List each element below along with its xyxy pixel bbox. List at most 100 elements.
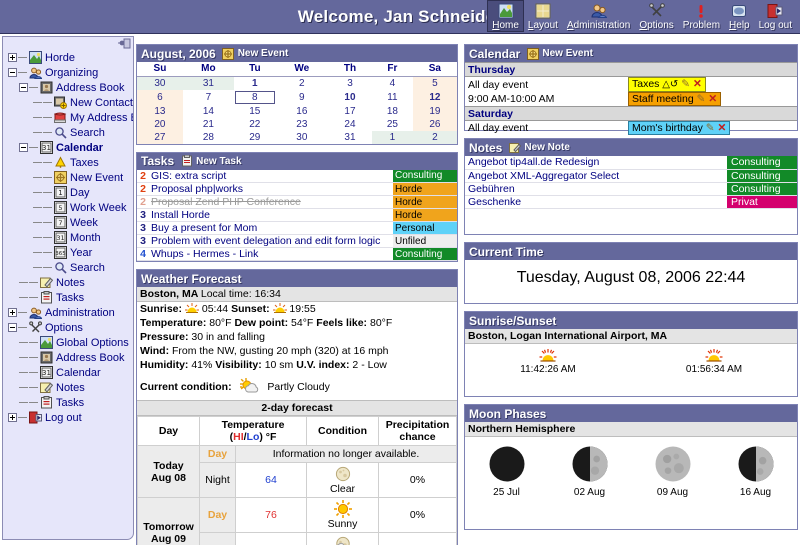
expander-minus-icon[interactable] [19,143,28,152]
sidebar-item-horde[interactable]: Horde [6,50,133,65]
sidebar-item-week[interactable]: 7Week [6,215,133,230]
sidebar-item-calendar[interactable]: 31Calendar [6,365,133,380]
agenda-event-tag[interactable]: Taxes △↺ ✎ ✕ [628,77,706,92]
month-day-cell[interactable]: 2 [276,76,328,90]
sidebar-item-tasks[interactable]: Tasks [6,290,133,305]
task-name[interactable]: GIS: extra script [149,170,393,183]
sidebar-item-year[interactable]: 365Year [6,245,133,260]
sidebar-item-month[interactable]: 31Month [6,230,133,245]
nav-item-problem[interactable]: Problem [679,1,724,31]
task-name[interactable]: Problem with event delegation and edit f… [149,235,393,248]
sidebar-item-notes[interactable]: Notes [6,380,133,395]
nav-item-layout[interactable]: Layout [524,1,562,31]
expander-minus-icon[interactable] [19,83,28,92]
month-day-cell[interactable]: 17 [328,105,372,118]
edit-icon[interactable]: ✎ [697,93,706,105]
nav-item-administration[interactable]: Administration [563,1,634,31]
expander-plus-icon[interactable] [8,308,17,317]
month-day-cell[interactable]: 26 [413,118,457,131]
nav-item-help[interactable]: Help [725,1,754,31]
month-day-cell[interactable]: 24 [328,118,372,131]
expander-minus-icon[interactable] [8,323,17,332]
new-event-link[interactable]: New Event [542,48,593,59]
task-row[interactable]: 4Whups - Hermes - LinkConsulting [137,248,457,261]
month-day-cell[interactable]: 31 [183,76,234,90]
sidebar-item-address-book[interactable]: Address Book [6,80,133,95]
month-day-cell[interactable]: 22 [234,118,276,131]
task-row[interactable]: 2Proposal php|worksHorde [137,183,457,196]
note-row[interactable]: Angebot XML-Aggregator SelectConsulting [465,169,797,182]
task-row[interactable]: 2Proposal Zend PHP ConferenceHorde [137,196,457,209]
delete-icon[interactable]: ✕ [708,93,717,105]
agenda-event-row[interactable]: 9:00 AM-10:00 AMStaff meeting ✎ ✕ [465,92,797,107]
month-day-cell[interactable]: 2 [413,131,457,144]
month-day-cell[interactable]: 23 [276,118,328,131]
new-note-icon[interactable] [508,141,521,154]
task-row[interactable]: 2GIS: extra scriptConsulting [137,170,457,183]
note-name[interactable]: Angebot tip4all.de Redesign [465,156,727,169]
expander-minus-icon[interactable] [8,68,17,77]
note-row[interactable]: GebührenConsulting [465,182,797,195]
month-day-cell[interactable]: 5 [413,76,457,90]
sidebar-item-options[interactable]: Options [6,320,133,335]
new-task-link[interactable]: New Task [196,156,241,167]
month-day-cell[interactable]: 6 [137,90,183,105]
delete-icon[interactable]: ✕ [718,122,727,134]
nav-item-options[interactable]: Options [635,1,677,31]
month-day-cell[interactable]: 4 [372,76,413,90]
sidebar-collapse-icon[interactable] [118,38,131,50]
month-day-cell[interactable]: 3 [328,76,372,90]
sidebar-item-work-week[interactable]: 5Work Week [6,200,133,215]
sidebar-item-my-address-book[interactable]: My Address Book [6,110,133,125]
sidebar-item-calendar[interactable]: 31Calendar [6,140,133,155]
edit-icon[interactable]: ✎ [681,78,690,90]
edit-icon[interactable]: ✎ [706,122,715,134]
task-name[interactable]: Install Horde [149,209,393,222]
note-name[interactable]: Angebot XML-Aggregator Select [465,169,727,182]
new-note-link[interactable]: New Note [524,142,570,153]
new-event-icon[interactable] [526,47,539,60]
month-day-cell[interactable]: 21 [183,118,234,131]
month-day-cell[interactable]: 29 [234,131,276,144]
month-day-cell[interactable]: 10 [328,90,372,105]
new-task-icon[interactable] [180,155,193,168]
sidebar-item-notes[interactable]: Notes [6,275,133,290]
task-row[interactable]: 3Install HordeHorde [137,209,457,222]
note-name[interactable]: Geschenke [465,195,727,208]
task-row[interactable]: 3Problem with event delegation and edit … [137,235,457,248]
sidebar-item-address-book[interactable]: Address Book [6,350,133,365]
task-name[interactable]: Buy a present for Mom [149,222,393,235]
month-day-cell[interactable]: 1 [234,76,276,90]
month-day-cell[interactable]: 8 [234,90,276,105]
expander-plus-icon[interactable] [8,413,17,422]
month-day-cell[interactable]: 18 [372,105,413,118]
new-event-link[interactable]: New Event [238,48,289,59]
month-day-cell[interactable]: 1 [372,131,413,144]
nav-item-home[interactable]: Home [488,1,523,31]
task-name[interactable]: Proposal Zend PHP Conference [149,196,393,209]
month-day-cell[interactable]: 13 [137,105,183,118]
task-name[interactable]: Whups - Hermes - Link [149,248,393,261]
month-day-cell[interactable]: 9 [276,90,328,105]
month-day-cell[interactable]: 27 [137,131,183,144]
task-row[interactable]: 3Buy a present for MomPersonal [137,222,457,235]
delete-icon[interactable]: ✕ [693,78,702,90]
sidebar-item-new-contact[interactable]: New Contact [6,95,133,110]
month-day-cell[interactable]: 20 [137,118,183,131]
note-row[interactable]: GeschenkePrivat [465,195,797,208]
expander-plus-icon[interactable] [8,53,17,62]
sidebar-item-new-event[interactable]: New Event [6,170,133,185]
month-day-cell[interactable]: 31 [328,131,372,144]
agenda-event-tag[interactable]: Staff meeting ✎ ✕ [628,92,721,106]
month-day-cell[interactable]: 28 [183,131,234,144]
agenda-event-row[interactable]: All day eventTaxes △↺ ✎ ✕ [465,77,797,93]
agenda-event-tag[interactable]: Mom's birthday ✎ ✕ [628,121,730,135]
month-day-cell[interactable]: 7 [183,90,234,105]
sidebar-item-global-options[interactable]: Global Options [6,335,133,350]
month-day-cell[interactable]: 30 [137,76,183,90]
month-day-cell[interactable]: 14 [183,105,234,118]
sidebar-item-taxes[interactable]: Taxes [6,155,133,170]
month-day-cell[interactable]: 19 [413,105,457,118]
new-event-icon[interactable] [222,47,235,60]
nav-item-log-out[interactable]: Log out [755,1,796,31]
